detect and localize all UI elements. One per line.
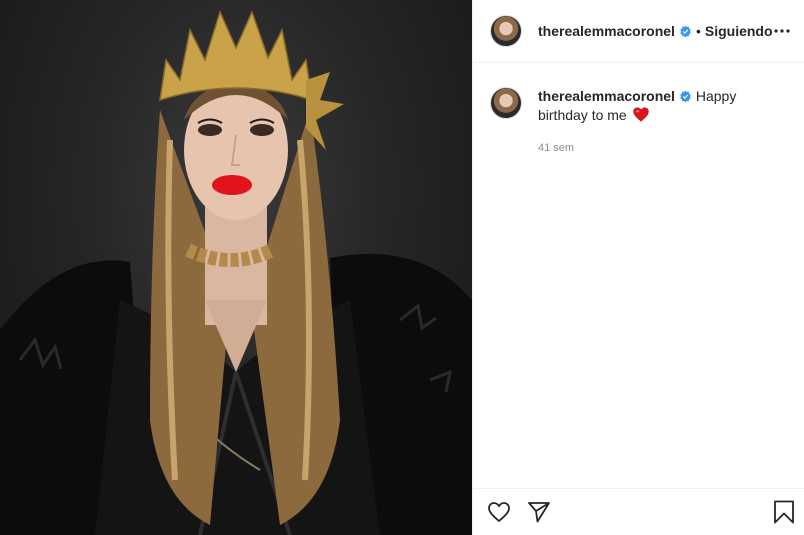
post-photo[interactable] bbox=[0, 0, 472, 535]
portrait-illustration bbox=[0, 9, 472, 535]
like-button[interactable] bbox=[487, 501, 511, 523]
verified-badge-icon bbox=[680, 90, 691, 103]
post-sidebar: therealemmacoronel • Siguiendo therealem… bbox=[472, 0, 804, 535]
save-button[interactable] bbox=[773, 500, 795, 524]
caption-body: therealemmacoronel Happy birthday to me … bbox=[538, 87, 748, 158]
author-avatar[interactable] bbox=[490, 15, 522, 47]
more-options-button[interactable] bbox=[774, 29, 790, 33]
bookmark-icon bbox=[774, 500, 794, 524]
caption-avatar[interactable] bbox=[490, 87, 522, 119]
following-button[interactable]: Siguiendo bbox=[705, 23, 773, 39]
comments-section: therealemmacoronel Happy birthday to me … bbox=[473, 63, 804, 158]
post-header: therealemmacoronel • Siguiendo bbox=[473, 0, 804, 63]
post-timestamp[interactable]: 41 sem bbox=[538, 139, 748, 158]
share-button[interactable] bbox=[527, 501, 551, 523]
more-options-icon bbox=[774, 29, 790, 33]
heart-outline-icon bbox=[488, 502, 510, 523]
paper-plane-icon bbox=[528, 502, 550, 523]
caption-username[interactable]: therealemmacoronel bbox=[538, 88, 675, 104]
post-viewer: therealemmacoronel • Siguiendo therealem… bbox=[0, 0, 804, 535]
header-separator: • bbox=[695, 23, 701, 39]
post-actions bbox=[473, 488, 804, 535]
caption-comment: therealemmacoronel Happy birthday to me … bbox=[490, 87, 787, 158]
red-heart-emoji-icon bbox=[632, 107, 649, 122]
verified-badge-icon bbox=[680, 25, 691, 37]
author-username[interactable]: therealemmacoronel bbox=[538, 23, 675, 39]
